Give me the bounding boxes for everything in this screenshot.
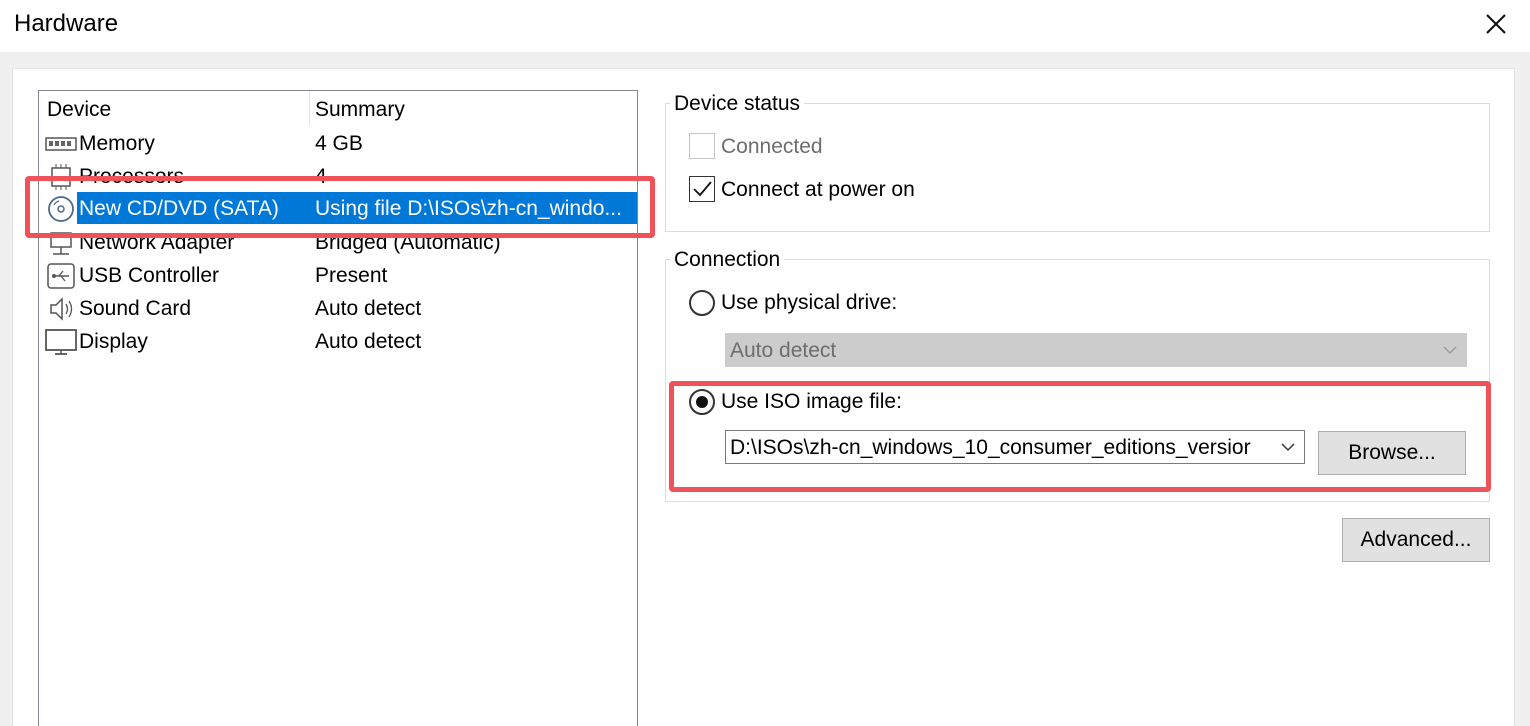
device-status-group: [665, 103, 1490, 232]
use-physical-drive-label: Use physical drive:: [721, 291, 898, 314]
device-name: Sound Card: [79, 297, 192, 320]
connection-label: Connection: [670, 248, 785, 272]
connected-checkbox[interactable]: [689, 133, 715, 159]
connect-at-power-on-checkbox[interactable]: [689, 176, 715, 202]
connect-at-power-on-label: Connect at power on: [721, 178, 915, 201]
annotation-highlight-selected-device: [25, 176, 655, 238]
window-title: Hardware: [14, 10, 119, 37]
device-summary: Auto detect: [315, 297, 422, 320]
chevron-down-icon: [1443, 346, 1457, 355]
advanced-button[interactable]: Advanced...: [1342, 518, 1490, 562]
physical-drive-value: Auto detect: [730, 339, 837, 362]
speaker-icon: [50, 297, 73, 321]
checkmark-icon: [693, 181, 712, 197]
device-name: Display: [79, 330, 148, 353]
monitor-icon: [45, 329, 77, 355]
connected-label: Connected: [721, 135, 823, 158]
device-row-sound-card[interactable]: Sound Card Auto detect: [41, 292, 637, 325]
device-name: Memory: [79, 132, 155, 155]
device-name: USB Controller: [79, 264, 220, 287]
close-button[interactable]: [1470, 4, 1522, 44]
column-header-summary[interactable]: Summary: [315, 98, 405, 122]
device-summary: Present: [315, 264, 388, 287]
title-bar: Hardware: [0, 0, 1530, 52]
column-separator[interactable]: [309, 91, 310, 125]
usb-icon: [47, 263, 75, 289]
device-row-usb-controller[interactable]: USB Controller Present: [41, 259, 637, 292]
device-row-display[interactable]: Display Auto detect: [41, 325, 637, 358]
use-physical-drive-radio[interactable]: [689, 290, 715, 316]
device-status-label: Device status: [670, 92, 805, 116]
device-summary: 4 GB: [315, 132, 363, 155]
column-header-device[interactable]: Device: [47, 98, 111, 122]
list-header: Device Summary: [39, 91, 637, 125]
memory-icon: [45, 137, 77, 151]
device-row-memory[interactable]: Memory 4 GB: [41, 127, 637, 160]
annotation-highlight-iso-section: [669, 381, 1491, 492]
close-icon: [1486, 14, 1506, 34]
device-summary: Auto detect: [315, 330, 422, 353]
physical-drive-select[interactable]: Auto detect: [725, 333, 1467, 367]
